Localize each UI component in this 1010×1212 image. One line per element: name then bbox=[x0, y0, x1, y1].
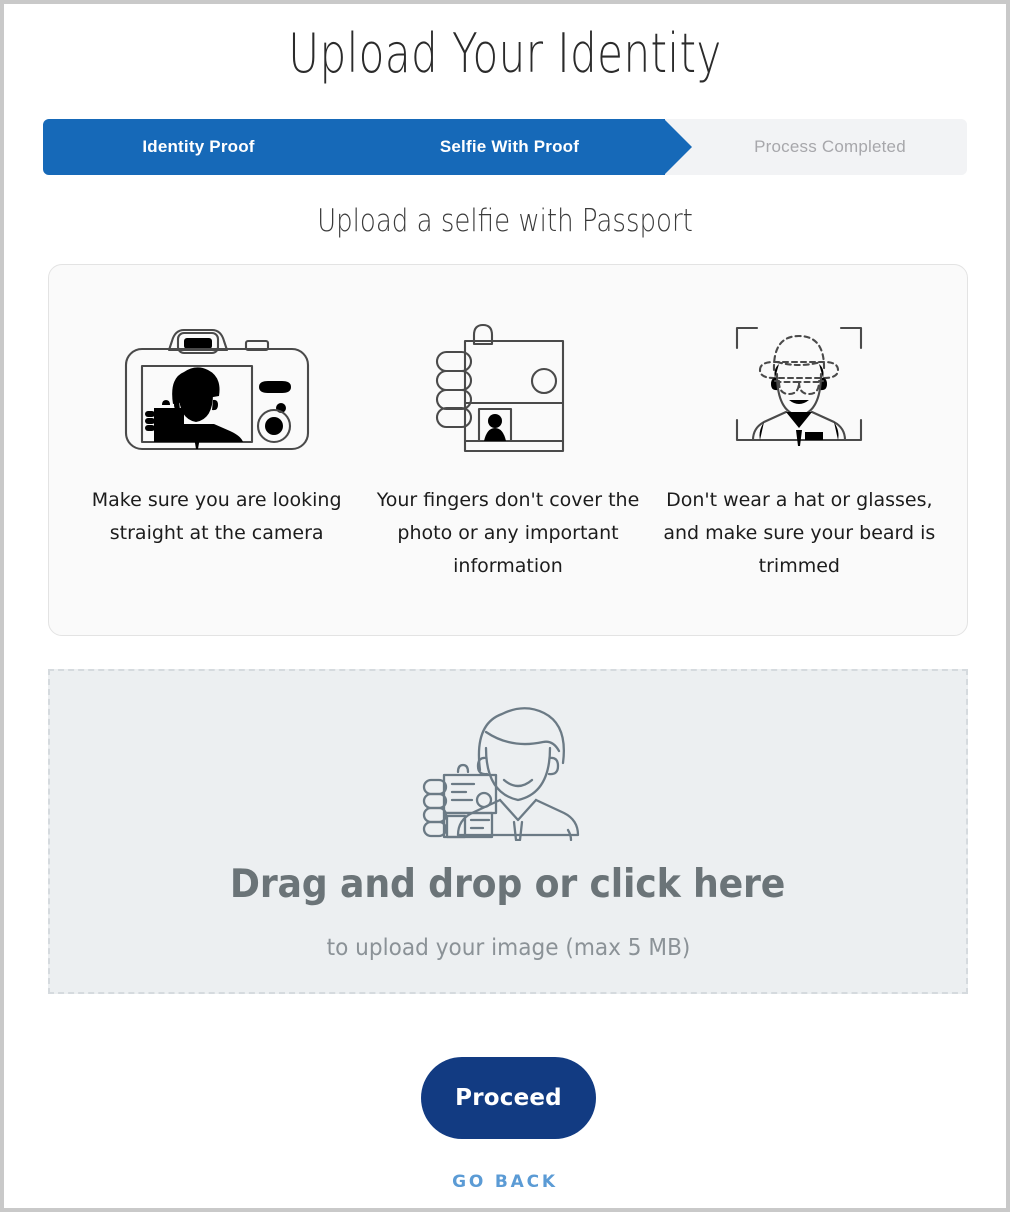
instruction-item: Make sure you are looking straight at th… bbox=[71, 305, 362, 550]
instruction-caption: Don't wear a hat or glasses, and make su… bbox=[663, 489, 936, 577]
dropzone-subtitle: to upload your image (max 5 MB) bbox=[326, 935, 690, 961]
file-dropzone[interactable]: Drag and drop or click here to upload yo… bbox=[48, 669, 968, 994]
stepper-step-label: Identity Proof bbox=[142, 137, 255, 156]
page-frame: Upload Your Identity Identity Proof Self… bbox=[0, 0, 1010, 1212]
stepper-step-selfie-with-proof[interactable]: Selfie With Proof bbox=[354, 119, 692, 175]
instructions-card: Make sure you are looking straight at th… bbox=[48, 264, 968, 636]
dropzone-title: Drag and drop or click here bbox=[230, 862, 786, 907]
proceed-button[interactable]: Proceed bbox=[421, 1057, 596, 1139]
instruction-item: Don't wear a hat or glasses, and make su… bbox=[654, 305, 945, 583]
stepper-step-label: Process Completed bbox=[754, 137, 906, 156]
stepper-step-process-completed: Process Completed bbox=[665, 119, 967, 175]
person-holding-id-icon bbox=[416, 693, 601, 843]
page-content: Upload Your Identity Identity Proof Self… bbox=[4, 4, 1006, 1208]
hand-holding-id-card-icon bbox=[423, 305, 593, 470]
stepper-step-label: Selfie With Proof bbox=[439, 137, 580, 156]
page-title: Upload Your Identity bbox=[288, 22, 722, 85]
instruction-caption: Your fingers don't cover the photo or an… bbox=[376, 489, 640, 577]
camera-selfie-icon bbox=[102, 305, 332, 470]
progress-stepper: Identity Proof Selfie With Proof Process… bbox=[43, 119, 967, 175]
instruction-item: Your fingers don't cover the photo or an… bbox=[362, 305, 653, 583]
stepper-step-identity-proof[interactable]: Identity Proof bbox=[43, 119, 354, 175]
go-back-link[interactable]: GO BACK bbox=[4, 1172, 1006, 1192]
face-scan-no-hat-glasses-icon bbox=[719, 305, 879, 470]
instruction-caption: Make sure you are looking straight at th… bbox=[91, 489, 342, 544]
section-subtitle: Upload a selfie with Passport bbox=[317, 203, 693, 239]
